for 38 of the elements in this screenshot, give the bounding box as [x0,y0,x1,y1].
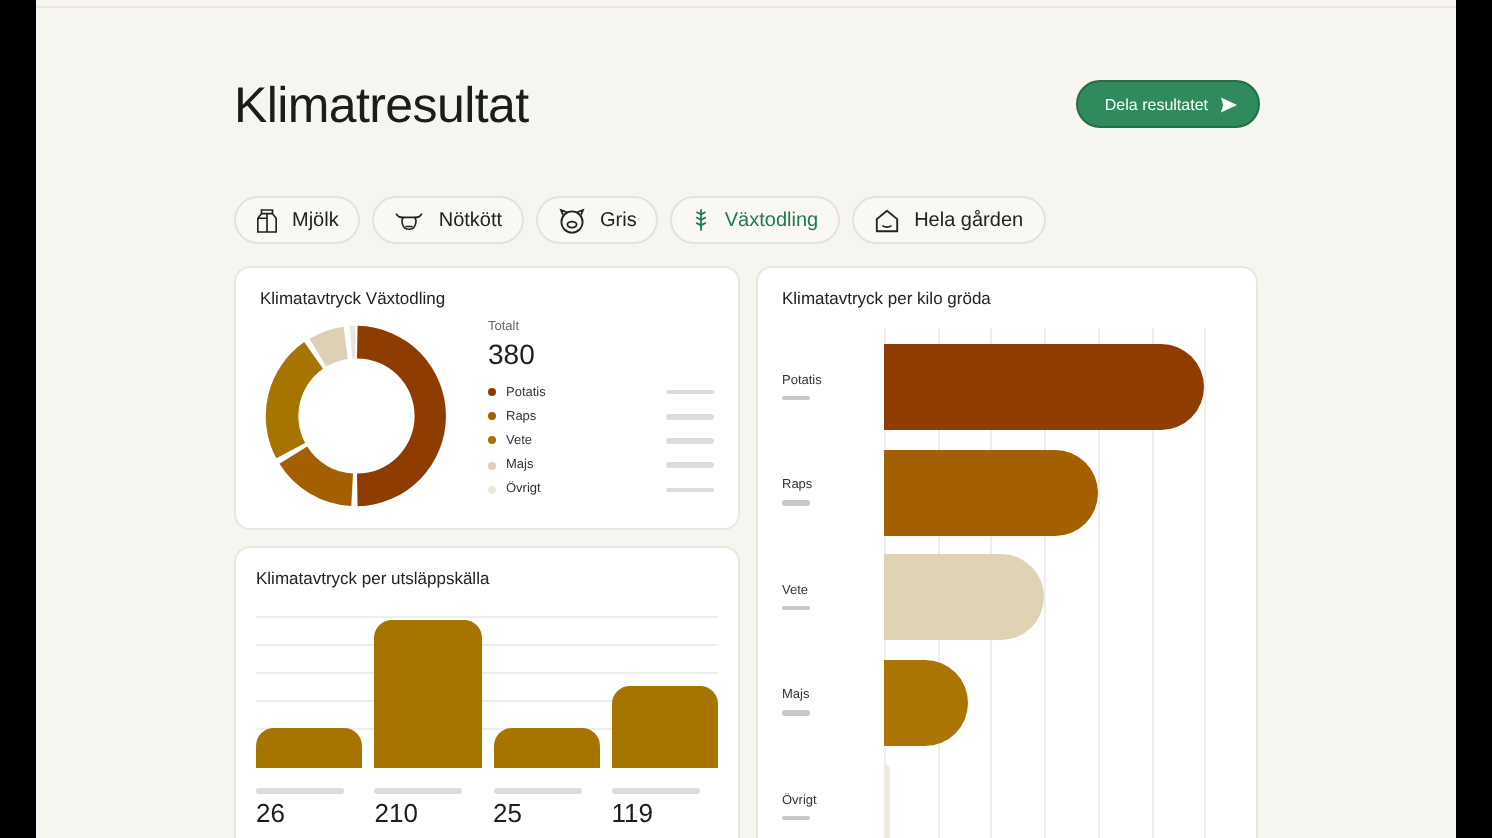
placeholder-line [782,710,810,716]
house-icon [874,207,901,233]
page-title: Klimatresultat [234,77,529,135]
card-title: Klimatavtryck per utsläppskälla [256,568,492,588]
milk-carton-icon [256,207,278,233]
card-title: Klimatavtryck Växtodling [260,288,448,308]
bar [256,728,363,768]
value-label: 25 [493,799,522,827]
placeholder-line [666,462,714,468]
placeholder-line [666,438,714,444]
category-tab[interactable]: Mjölk [234,196,361,244]
placeholder-line [493,788,581,793]
value-label: 119 [611,799,653,827]
placeholder-line [611,788,700,793]
wheat-icon [692,206,711,234]
card-title: Klimatavtryck per kilo gröda [782,288,993,308]
placeholder-line [666,389,714,395]
placeholder-line [256,788,344,793]
category-tab[interactable]: Växtodling [670,196,841,244]
category-tab[interactable]: Gris [536,196,659,244]
placeholder-line [666,414,714,420]
value-label: 210 [374,799,418,827]
pig-icon [558,207,587,233]
category-tab[interactable]: Hela gården [852,196,1046,244]
category-tab[interactable]: Nötkött [372,196,525,244]
total-value: 380 [488,338,537,370]
cow-icon [394,209,425,231]
placeholder-line [374,788,463,793]
placeholder-line [782,500,810,506]
send-icon [1220,95,1238,113]
placeholder-line [782,605,810,611]
share-button[interactable]: Dela resultatet [1076,80,1260,128]
placeholder-line [782,815,810,821]
placeholder-line [666,487,714,493]
value-label: 26 [256,799,285,827]
bar [611,686,718,768]
placeholder-line [782,395,810,401]
bar [493,728,600,768]
